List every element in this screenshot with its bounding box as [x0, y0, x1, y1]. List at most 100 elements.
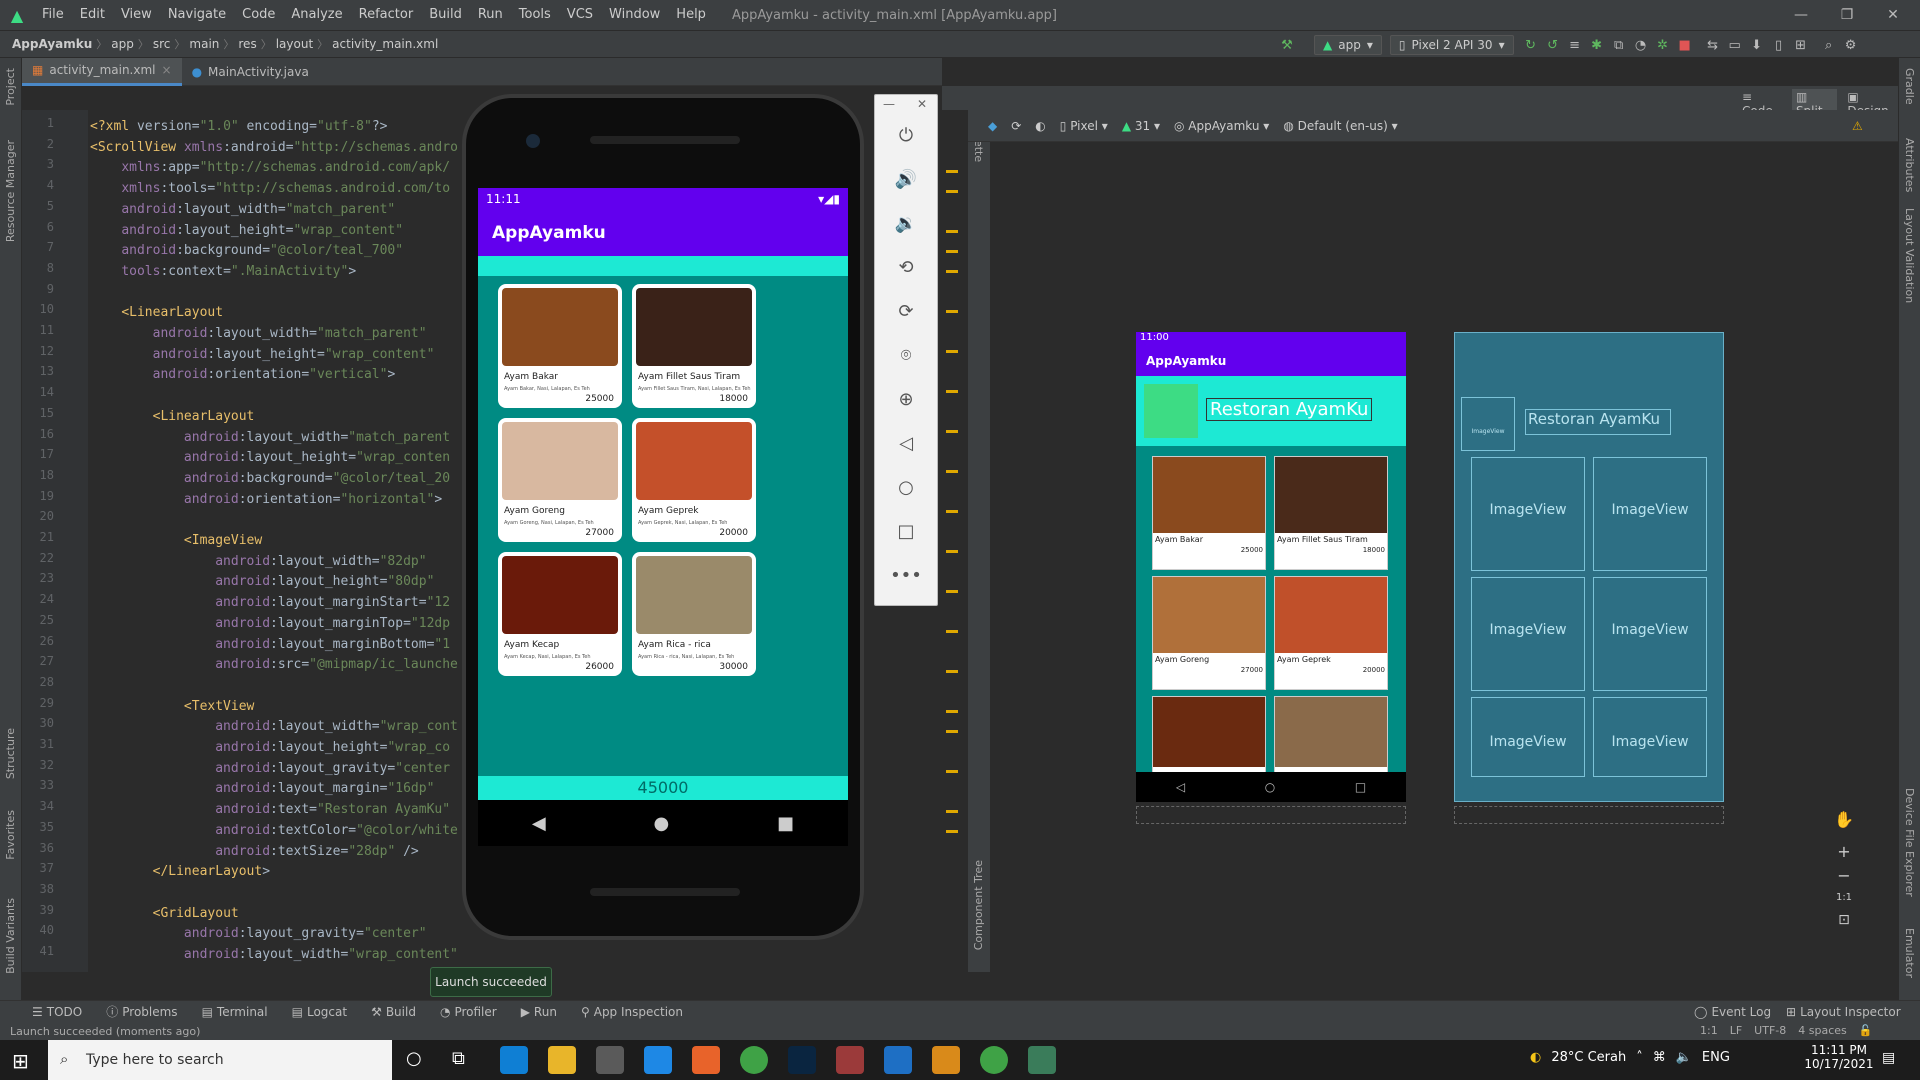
zoom-out-icon[interactable]: −: [1832, 866, 1856, 885]
recents-nav-icon[interactable]: ■: [777, 813, 794, 834]
attach-debugger-icon[interactable]: ✲: [1652, 34, 1674, 56]
warning-marker[interactable]: [946, 170, 958, 173]
run-config-dropdown[interactable]: ▲ app ▾: [1314, 35, 1382, 55]
rotate-left-icon[interactable]: ⟲: [875, 253, 937, 283]
sdk-manager-icon[interactable]: ⬇: [1746, 34, 1768, 56]
todo-tab[interactable]: ☰ TODO: [20, 1001, 94, 1023]
gradle-tab[interactable]: Gradle: [1903, 68, 1916, 105]
file-explorer-icon[interactable]: [548, 1046, 576, 1074]
device-selector[interactable]: ▯ Pixel ▾: [1060, 119, 1108, 133]
profile-icon[interactable]: ◔: [1630, 34, 1652, 56]
power-icon[interactable]: ⏻: [875, 121, 937, 151]
warning-marker[interactable]: [946, 510, 958, 513]
zoom-icon[interactable]: ⊕: [875, 385, 937, 415]
photoshop-icon[interactable]: [788, 1046, 816, 1074]
menu-tools[interactable]: Tools: [511, 0, 559, 30]
menu-refactor[interactable]: Refactor: [351, 0, 422, 30]
restore-icon[interactable]: ❐: [1824, 0, 1870, 30]
device-file-explorer-tab[interactable]: Device File Explorer: [1903, 788, 1916, 897]
lock-icon[interactable]: 🔓: [1859, 1024, 1873, 1037]
volume-up-icon[interactable]: 🔊: [875, 165, 937, 195]
back-icon[interactable]: ◁: [875, 429, 937, 459]
mail-icon[interactable]: [644, 1046, 672, 1074]
breadcrumb-src[interactable]: src: [149, 37, 175, 51]
weather-text[interactable]: 28°C Cerah: [1551, 1050, 1626, 1065]
home-icon[interactable]: ○: [875, 473, 937, 503]
menu-card[interactable]: Ayam Bakar Ayam Bakar, Nasi, Lalapan, Es …: [498, 284, 622, 408]
layout-inspector-icon[interactable]: ⊞: [1790, 34, 1812, 56]
menu-navigate[interactable]: Navigate: [160, 0, 234, 30]
volume-down-icon[interactable]: 🔉: [875, 209, 937, 239]
attach-icon[interactable]: ⧉: [1608, 34, 1630, 56]
warning-marker[interactable]: [946, 310, 958, 313]
screenshot-icon[interactable]: ⌾: [875, 341, 937, 371]
warning-marker[interactable]: [946, 590, 958, 593]
profiler-tab[interactable]: ◔ Profiler: [428, 1001, 509, 1023]
run-tab[interactable]: ▶ Run: [509, 1001, 569, 1023]
menu-file[interactable]: File: [34, 0, 72, 30]
clock[interactable]: 11:11 PM 10/17/2021: [1804, 1043, 1874, 1071]
resource-manager-tab[interactable]: Resource Manager: [4, 140, 17, 242]
debug-icon[interactable]: ✱: [1586, 34, 1608, 56]
tab-activity-main[interactable]: ▦ activity_main.xml ×: [22, 57, 182, 86]
menu-card[interactable]: Ayam Goreng Ayam Goreng, Nasi, Lalapan, E…: [498, 418, 622, 542]
menu-window[interactable]: Window: [601, 0, 668, 30]
warning-marker[interactable]: [946, 730, 958, 733]
project-tool-tab[interactable]: Project: [4, 68, 17, 106]
emulator-screen[interactable]: 11:11 ▾◢▮ AppAyamku Ayam Bakar Ayam Bakar…: [478, 188, 848, 800]
xampp-icon[interactable]: [692, 1046, 720, 1074]
breadcrumb-app[interactable]: app: [107, 37, 138, 51]
file-encoding[interactable]: UTF-8: [1754, 1024, 1786, 1037]
locale-selector[interactable]: ◍ Default (en-us) ▾: [1283, 119, 1397, 133]
menu-card[interactable]: Ayam Fillet Saus Tiram Ayam Fillet Saus T…: [632, 284, 756, 408]
emulator-minimize-icon[interactable]: —: [883, 97, 895, 111]
volume-icon[interactable]: 🔈: [1676, 1050, 1692, 1065]
logcat-tab[interactable]: ▤ Logcat: [280, 1001, 359, 1023]
stop-icon[interactable]: ■: [1674, 34, 1696, 56]
menu-card[interactable]: Ayam Geprek Ayam Geprek, Nasi, Lalapan, E…: [632, 418, 756, 542]
warning-marker[interactable]: [946, 430, 958, 433]
line-separator[interactable]: LF: [1730, 1024, 1742, 1037]
blueprint-preview[interactable]: ImageView Restoran AyamKu ImageView Imag…: [1454, 332, 1724, 802]
design-surface-icon[interactable]: ◆: [988, 119, 997, 133]
warning-marker[interactable]: [946, 190, 958, 193]
breadcrumb-res[interactable]: res: [234, 37, 260, 51]
breadcrumb-file[interactable]: activity_main.xml: [328, 37, 442, 51]
cortana-icon[interactable]: ○: [406, 1048, 422, 1069]
caret-position[interactable]: 1:1: [1700, 1024, 1718, 1037]
search-icon[interactable]: ⌕: [1818, 34, 1840, 56]
apply-changes-icon[interactable]: ↻: [1520, 34, 1542, 56]
list-icon[interactable]: ≡: [1564, 34, 1586, 56]
rotate-right-icon[interactable]: ⟳: [875, 297, 937, 327]
apply-code-changes-icon[interactable]: ↺: [1542, 34, 1564, 56]
zoom-actual-size[interactable]: 1:1: [1832, 892, 1856, 903]
api-selector[interactable]: ▲ 31 ▾: [1122, 119, 1160, 133]
task-view-icon[interactable]: ⧉: [452, 1048, 465, 1069]
warning-marker[interactable]: [946, 710, 958, 713]
indent-setting[interactable]: 4 spaces: [1798, 1024, 1847, 1037]
breadcrumb-project[interactable]: AppAyamku: [0, 37, 96, 51]
android-studio-icon[interactable]: [1028, 1046, 1056, 1074]
layout-inspector-tab[interactable]: ⊞ Layout Inspector: [1774, 1001, 1913, 1023]
night-mode-icon[interactable]: ◐: [1035, 119, 1045, 133]
app-icon[interactable]: [836, 1046, 864, 1074]
warning-marker[interactable]: [946, 770, 958, 773]
warning-marker[interactable]: [946, 230, 958, 233]
menu-code[interactable]: Code: [234, 0, 283, 30]
warning-marker[interactable]: [946, 390, 958, 393]
warning-marker[interactable]: [946, 810, 958, 813]
chrome-icon[interactable]: [740, 1046, 768, 1074]
device-dropdown[interactable]: ▯ Pixel 2 API 30 ▾: [1389, 35, 1514, 55]
avd-manager-icon[interactable]: ▭: [1724, 34, 1746, 56]
warning-icon[interactable]: ⚠: [1852, 119, 1863, 133]
weather-icon[interactable]: ◐: [1530, 1050, 1541, 1065]
pan-hand-icon[interactable]: ✋: [1832, 810, 1856, 829]
code-editor[interactable]: <?xml version="1.0" encoding="utf-8"?> <S…: [88, 110, 468, 972]
close-icon[interactable]: ✕: [1870, 0, 1916, 30]
close-tab-icon[interactable]: ×: [162, 63, 172, 77]
design-canvas[interactable]: 11:00 AppAyamku Restoran AyamKu Ayam Bak…: [990, 142, 1898, 972]
build-variants-tab[interactable]: Build Variants: [4, 898, 17, 974]
orientation-icon[interactable]: ⟳: [1011, 119, 1021, 133]
menu-run[interactable]: Run: [470, 0, 511, 30]
menu-analyze[interactable]: Analyze: [283, 0, 350, 30]
